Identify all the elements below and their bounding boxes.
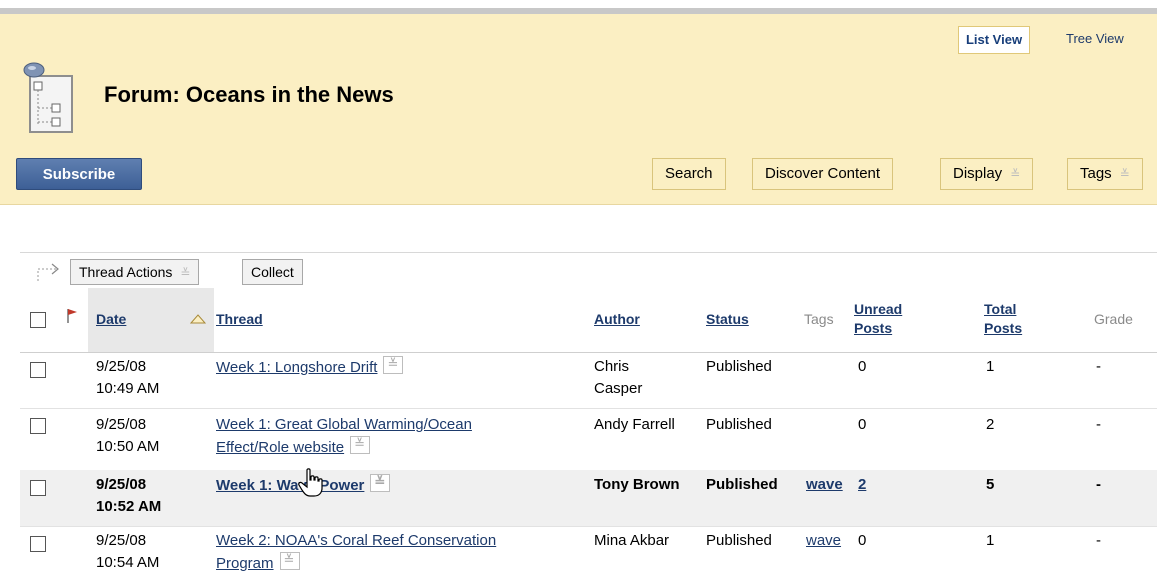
row-unread: 0 <box>858 358 867 375</box>
thread-menu-icon[interactable] <box>383 353 404 375</box>
row-thread: Week 1: Great Global Warming/Ocean Effec… <box>216 414 472 459</box>
row-checkbox[interactable] <box>30 418 46 434</box>
thread-actions-button[interactable]: Thread Actions ≚ <box>70 259 200 285</box>
row-total: 5 <box>986 476 995 493</box>
forum-header: List View Tree View Forum: Oceans in the… <box>0 14 1157 205</box>
table-header: Date Thread Author Status Tags Unread Po… <box>20 288 1157 353</box>
row-status: Published <box>706 416 772 433</box>
row-grade: - <box>1096 358 1101 375</box>
row-date-time: 10:54 AM <box>96 554 160 571</box>
discover-content-label: Discover Content <box>765 165 881 182</box>
unread-link[interactable]: 2 <box>858 476 866 493</box>
thread-menu-icon[interactable] <box>370 471 391 493</box>
row-date-time: 10:52 AM <box>96 498 162 515</box>
row-grade: - <box>1096 416 1101 433</box>
thread-menu-icon[interactable] <box>279 549 300 571</box>
unread-posts-column-header[interactable]: Unread Posts <box>854 300 934 338</box>
thread-menu-icon[interactable] <box>350 433 371 455</box>
table-row: 9/25/08 10:49 AM Week 1: Longshore Drift… <box>20 352 1157 409</box>
author-column-header[interactable]: Author <box>594 310 640 329</box>
row-date-day: 9/25/08 <box>96 416 147 433</box>
row-date-time: 10:50 AM <box>96 438 160 455</box>
thread-link-cont[interactable]: Program <box>216 555 274 572</box>
row-date: 9/25/08 10:49 AM <box>96 356 159 400</box>
thread-action-bar: Thread Actions ≚ Collect <box>20 252 1157 289</box>
page-title: Forum: Oceans in the News <box>104 82 394 107</box>
row-author: Chris Casper <box>594 356 642 400</box>
thread-actions-label: Thread Actions <box>79 264 173 280</box>
row-date: 9/25/08 10:50 AM <box>96 414 159 458</box>
row-total: 1 <box>986 358 995 375</box>
row-grade: - <box>1096 476 1101 493</box>
flag-icon <box>67 309 77 323</box>
select-all-checkbox[interactable] <box>30 312 46 328</box>
tag-link[interactable]: wave <box>806 476 843 493</box>
row-unread: 0 <box>858 532 867 549</box>
tab-tree-view[interactable]: Tree View <box>1066 26 1124 52</box>
row-status: Published <box>706 358 772 375</box>
subscribe-button[interactable]: Subscribe <box>16 158 142 190</box>
row-date: 9/25/08 10:52 AM <box>96 474 161 518</box>
row-status: Published <box>706 476 778 493</box>
search-button[interactable]: Search <box>652 158 726 190</box>
row-date-day: 9/25/08 <box>96 532 147 549</box>
thread-link[interactable]: Week 1: Wave Power <box>216 477 364 494</box>
table-row: 9/25/08 10:50 AM Week 1: Great Global Wa… <box>20 408 1157 471</box>
display-button[interactable]: Display ≚ <box>940 158 1034 190</box>
table-row: 9/25/08 10:54 AM Week 2: NOAA's Coral Re… <box>20 526 1157 584</box>
row-checkbox[interactable] <box>30 480 46 496</box>
thread-column-header[interactable]: Thread <box>216 310 263 329</box>
thread-link[interactable]: Week 1: Great Global Warming/Ocean <box>216 416 472 433</box>
row-tags: wave <box>806 530 841 552</box>
row-date-day: 9/25/08 <box>96 476 147 493</box>
row-thread: Week 2: NOAA's Coral Reef Conservation P… <box>216 530 496 575</box>
hand-cursor-icon <box>298 468 323 497</box>
table-row: 9/25/08 10:52 AM Week 1: Wave Power Tony… <box>20 470 1157 527</box>
row-date: 9/25/08 10:54 AM <box>96 530 159 574</box>
chevron-down-icon: ≚ <box>1119 167 1130 181</box>
status-column-header[interactable]: Status <box>706 310 749 329</box>
date-column-header[interactable]: Date <box>96 310 126 329</box>
row-date-time: 10:49 AM <box>96 380 160 397</box>
chevron-down-icon: ≚ <box>180 266 191 280</box>
row-thread: Week 1: Longshore Drift <box>216 353 404 379</box>
thread-link[interactable]: Week 2: NOAA's Coral Reef Conservation <box>216 532 496 549</box>
row-checkbox[interactable] <box>30 362 46 378</box>
tags-label: Tags <box>1080 165 1112 182</box>
row-status: Published <box>706 532 772 549</box>
grade-column-header: Grade <box>1094 311 1133 327</box>
row-unread: 0 <box>858 416 867 433</box>
row-total: 1 <box>986 532 995 549</box>
collect-button[interactable]: Collect <box>242 259 303 285</box>
chevron-down-icon: ≚ <box>1010 167 1021 181</box>
total-posts-column-header[interactable]: Total Posts <box>984 300 1044 338</box>
row-author: Mina Akbar <box>594 532 670 549</box>
tag-link[interactable]: wave <box>806 532 841 549</box>
row-grade: - <box>1096 532 1101 549</box>
thread-link-cont[interactable]: Effect/Role website <box>216 439 344 456</box>
search-label: Search <box>665 165 713 182</box>
author-first: Chris <box>594 358 630 375</box>
sort-ascending-icon[interactable] <box>190 314 206 324</box>
row-unread: 2 <box>858 474 866 496</box>
row-tags: wave <box>806 474 843 496</box>
display-label: Display <box>953 165 1003 182</box>
tags-button[interactable]: Tags ≚ <box>1067 158 1143 190</box>
row-checkbox[interactable] <box>30 536 46 552</box>
tags-column-header: Tags <box>804 311 834 327</box>
row-date-day: 9/25/08 <box>96 358 147 375</box>
discover-content-button[interactable]: Discover Content <box>752 158 894 190</box>
row-total: 2 <box>986 416 995 433</box>
thread-link[interactable]: Week 1: Longshore Drift <box>216 359 377 376</box>
forum-icon <box>23 62 73 133</box>
row-author: Andy Farrell <box>594 416 675 433</box>
arrow-right-icon <box>37 263 59 281</box>
tab-list-view[interactable]: List View <box>958 26 1030 54</box>
author-last: Casper <box>594 380 643 397</box>
collect-label: Collect <box>251 264 294 280</box>
row-author: Tony Brown <box>594 476 680 493</box>
